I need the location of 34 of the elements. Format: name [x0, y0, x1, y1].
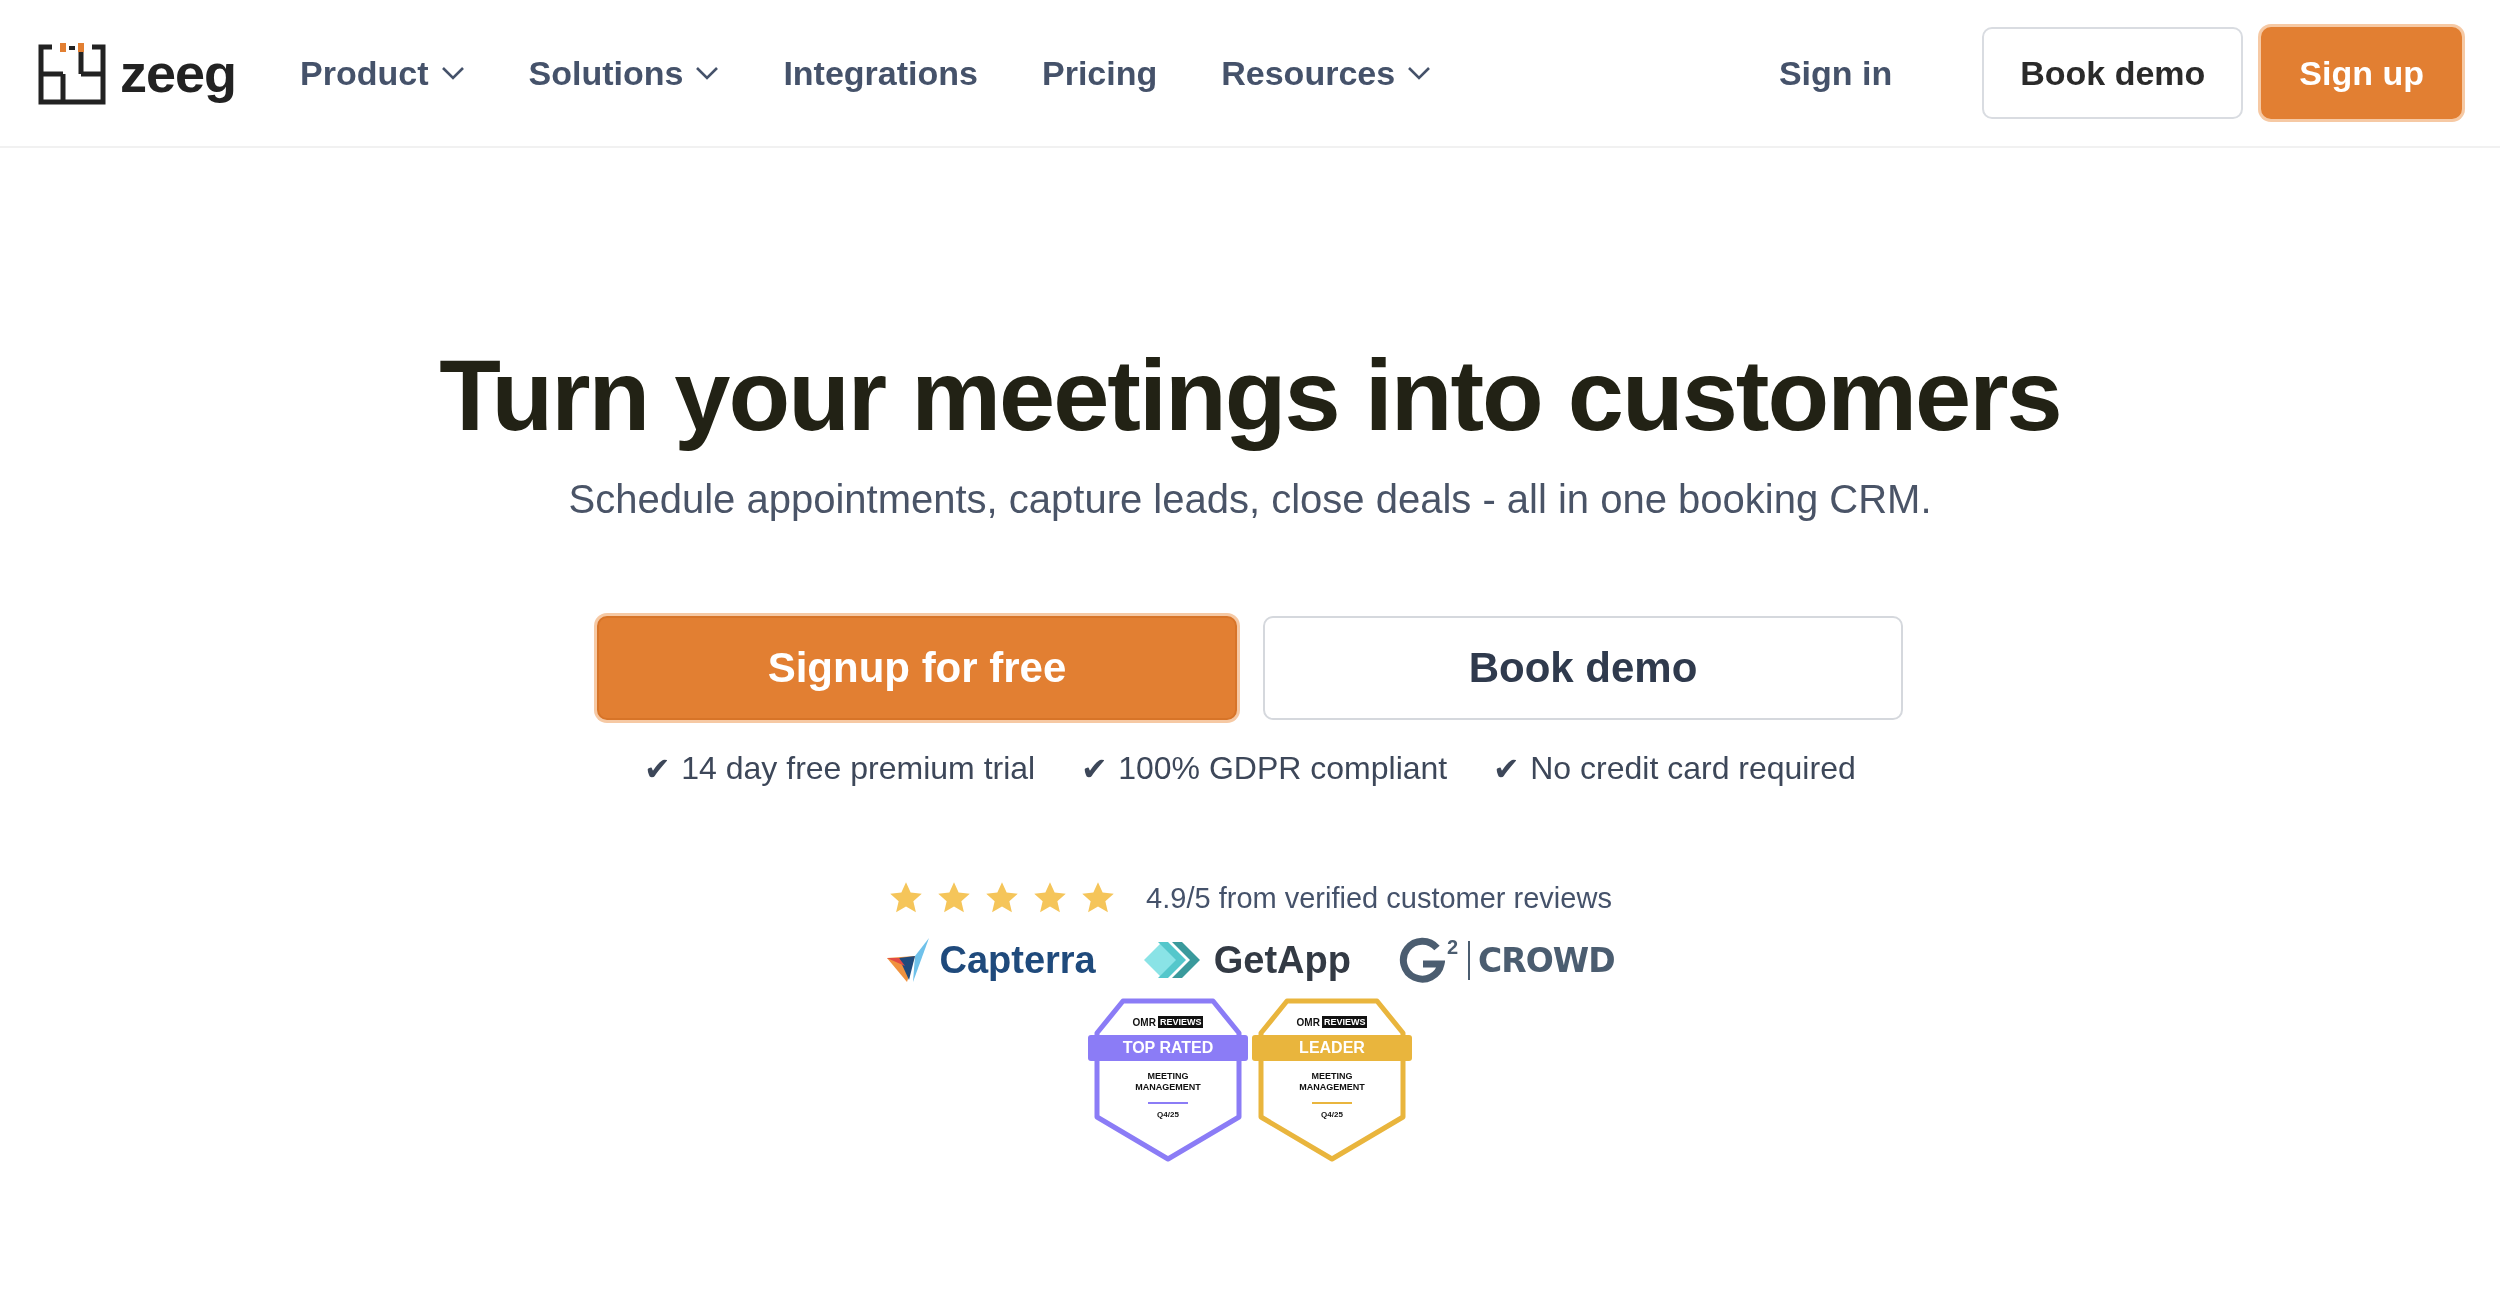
feature-text: 100% GDPR compliant — [1118, 750, 1448, 788]
badge-category: MEETING MANAGEMENT — [1298, 1071, 1366, 1094]
review-summary: 4.9/5 from verified customer reviews — [1146, 881, 1612, 915]
nav-link[interactable]: Pricing — [1042, 53, 1158, 93]
badge-ribbon: LEADER — [1252, 1035, 1412, 1061]
brand-name: CROWD — [1468, 940, 1615, 980]
demo-button[interactable]: Book demo — [1263, 616, 1903, 720]
nav-link[interactable]: Solutions — [528, 53, 720, 93]
badge-period: Q4/25 — [1321, 1109, 1343, 1119]
header-button[interactable]: Book demo — [1982, 27, 2244, 119]
brand-name: Capterra — [939, 938, 1096, 982]
badge-brand: OMR — [1132, 1016, 1156, 1028]
feature-text: 14 day free premium trial — [681, 750, 1036, 788]
hero-subtitle: Schedule appointments, capture leads, close deals - all in one booking CRM. — [568, 477, 1932, 522]
calendar-logo-icon — [38, 41, 106, 105]
check-mark: ✔ — [1081, 750, 1109, 788]
badge-ribbon: TOP RATED — [1088, 1035, 1248, 1061]
feature-text: No credit card required — [1530, 750, 1856, 788]
nav-link[interactable]: Integrations — [783, 53, 978, 93]
superscript-mark: 2 — [1446, 936, 1459, 959]
g-letter-icon — [1398, 936, 1445, 984]
sign-in-link[interactable]: Sign in — [1742, 27, 1929, 119]
badge-brand-tag: REVIEWS — [1157, 1016, 1204, 1028]
check-mark: ✔ — [1493, 750, 1521, 788]
nav-link[interactable]: Product — [300, 53, 465, 93]
brand-name: GetApp — [1213, 938, 1351, 982]
badge-period: Q4/25 — [1157, 1109, 1179, 1119]
check-mark: ✔ — [644, 750, 672, 788]
badge-brand-tag: REVIEWS — [1321, 1016, 1368, 1028]
badge-brand: OMR — [1296, 1016, 1320, 1028]
logo-wordmark[interactable]: zeeg — [120, 42, 237, 104]
badge-category: MEETING MANAGEMENT — [1134, 1071, 1202, 1094]
nav-link[interactable]: Resources — [1221, 53, 1432, 93]
hero-title: Turn your meetings into customers — [439, 338, 2061, 453]
